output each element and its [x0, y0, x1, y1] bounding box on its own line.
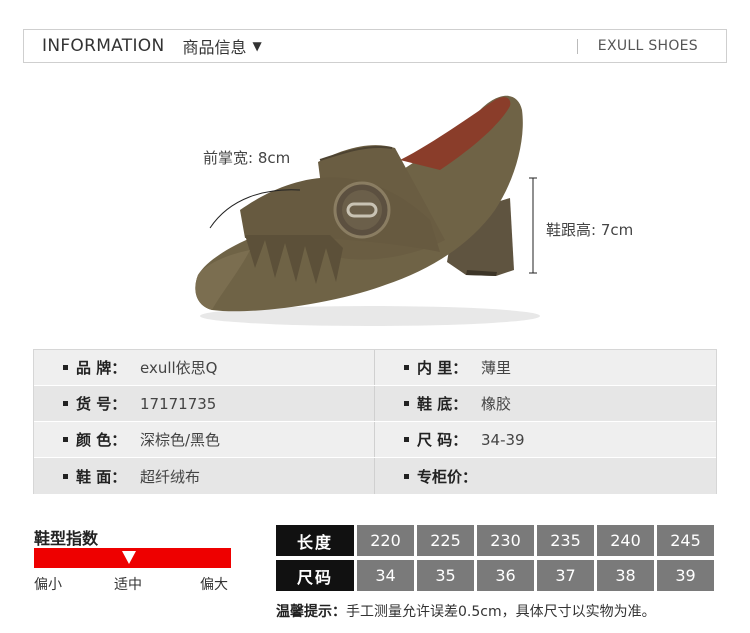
spec-key: 尺 码： [417, 431, 468, 449]
spec-cell: 专柜价： [375, 458, 716, 494]
spec-cell: 尺 码： 34-39 [375, 422, 716, 457]
spec-cell: 品 牌： exull依思Q [34, 350, 375, 385]
size-row: 尺码 34 35 36 37 38 39 [276, 560, 714, 591]
spec-key: 内 里： [417, 359, 468, 377]
spec-key: 颜 色： [76, 431, 127, 449]
spec-key: 货 号： [76, 395, 127, 413]
length-header: 长度 [276, 525, 354, 556]
product-image-area: 前掌宽: 8cm 鞋跟高: 7cm [0, 70, 750, 340]
header-title-en: INFORMATION [42, 36, 165, 56]
spec-value: exull依思Q [140, 359, 218, 377]
size-header: 尺码 [276, 560, 354, 591]
bullet-icon [404, 473, 409, 479]
spec-row: 货 号： 17171735 鞋 底： 橡胶 [34, 386, 716, 422]
spec-value: 超纤绒布 [140, 467, 201, 486]
bullet-icon [404, 437, 409, 442]
spec-value: 深棕色/黑色 [140, 431, 221, 449]
spec-cell: 颜 色： 深棕色/黑色 [34, 422, 375, 457]
spec-table: 品 牌： exull依思Q 内 里： 薄里 货 号： 17171735 鞋 底：… [33, 349, 717, 494]
bullet-icon [404, 365, 409, 370]
bullet-icon [63, 365, 68, 370]
shoe-illustration [195, 95, 540, 326]
info-header: INFORMATION 商品信息 ▼ EXULL SHOES [23, 29, 727, 63]
length-cell: 235 [537, 525, 594, 556]
spec-row: 鞋 面： 超纤绒布 专柜价： [34, 458, 716, 494]
bullet-icon [63, 473, 68, 479]
spec-cell: 内 里： 薄里 [375, 350, 716, 385]
tip-note: 温馨提示：手工测量允许误差0.5cm，具体尺寸以实物为准。 [276, 601, 656, 621]
header-divider [577, 39, 578, 54]
tip-label: 温馨提示： [276, 604, 346, 620]
length-cell: 245 [657, 525, 714, 556]
spec-key: 鞋 底： [417, 395, 468, 413]
spec-value: 34-39 [481, 430, 525, 449]
length-row: 长度 220 225 230 235 240 245 [276, 525, 714, 556]
spec-key: 专柜价： [417, 467, 478, 486]
size-cell: 34 [357, 560, 414, 591]
length-cell: 230 [477, 525, 534, 556]
spec-cell: 鞋 面： 超纤绒布 [34, 458, 375, 494]
size-cell: 39 [657, 560, 714, 591]
spec-value: 17171735 [140, 394, 217, 413]
spec-row: 品 牌： exull依思Q 内 里： 薄里 [34, 350, 716, 386]
spec-row: 颜 色： 深棕色/黑色 尺 码： 34-39 [34, 422, 716, 458]
fit-index-title: 鞋型指数 [34, 529, 99, 548]
spec-value: 橡胶 [481, 395, 512, 413]
spec-key: 品 牌： [76, 359, 127, 377]
fit-label-mid: 适中 [114, 577, 142, 593]
fit-label-large: 偏大 [200, 577, 228, 593]
spec-value: 薄里 [481, 359, 512, 377]
size-cell: 38 [597, 560, 654, 591]
fit-label-small: 偏小 [34, 577, 62, 593]
chevron-down-icon[interactable]: ▼ [253, 39, 262, 53]
size-table: 长度 220 225 230 235 240 245 尺码 34 35 36 3… [276, 525, 714, 595]
brand-name: EXULL SHOES [597, 38, 698, 54]
spec-cell: 鞋 底： 橡胶 [375, 386, 716, 421]
spec-key: 鞋 面： [76, 467, 127, 486]
tip-text: 手工测量允许误差0.5cm，具体尺寸以实物为准。 [346, 604, 656, 620]
spec-cell: 货 号： 17171735 [34, 386, 375, 421]
heel-height-label: 鞋跟高: 7cm [546, 221, 634, 239]
size-cell: 37 [537, 560, 594, 591]
length-cell: 225 [417, 525, 474, 556]
size-cell: 35 [417, 560, 474, 591]
front-width-label: 前掌宽: 8cm [203, 149, 291, 167]
length-cell: 240 [597, 525, 654, 556]
bullet-icon [63, 437, 68, 442]
header-title-cn[interactable]: 商品信息 [182, 34, 246, 58]
bullet-icon [63, 401, 68, 406]
fit-marker-icon [122, 551, 136, 564]
length-cell: 220 [357, 525, 414, 556]
size-cell: 36 [477, 560, 534, 591]
bullet-icon [404, 401, 409, 406]
